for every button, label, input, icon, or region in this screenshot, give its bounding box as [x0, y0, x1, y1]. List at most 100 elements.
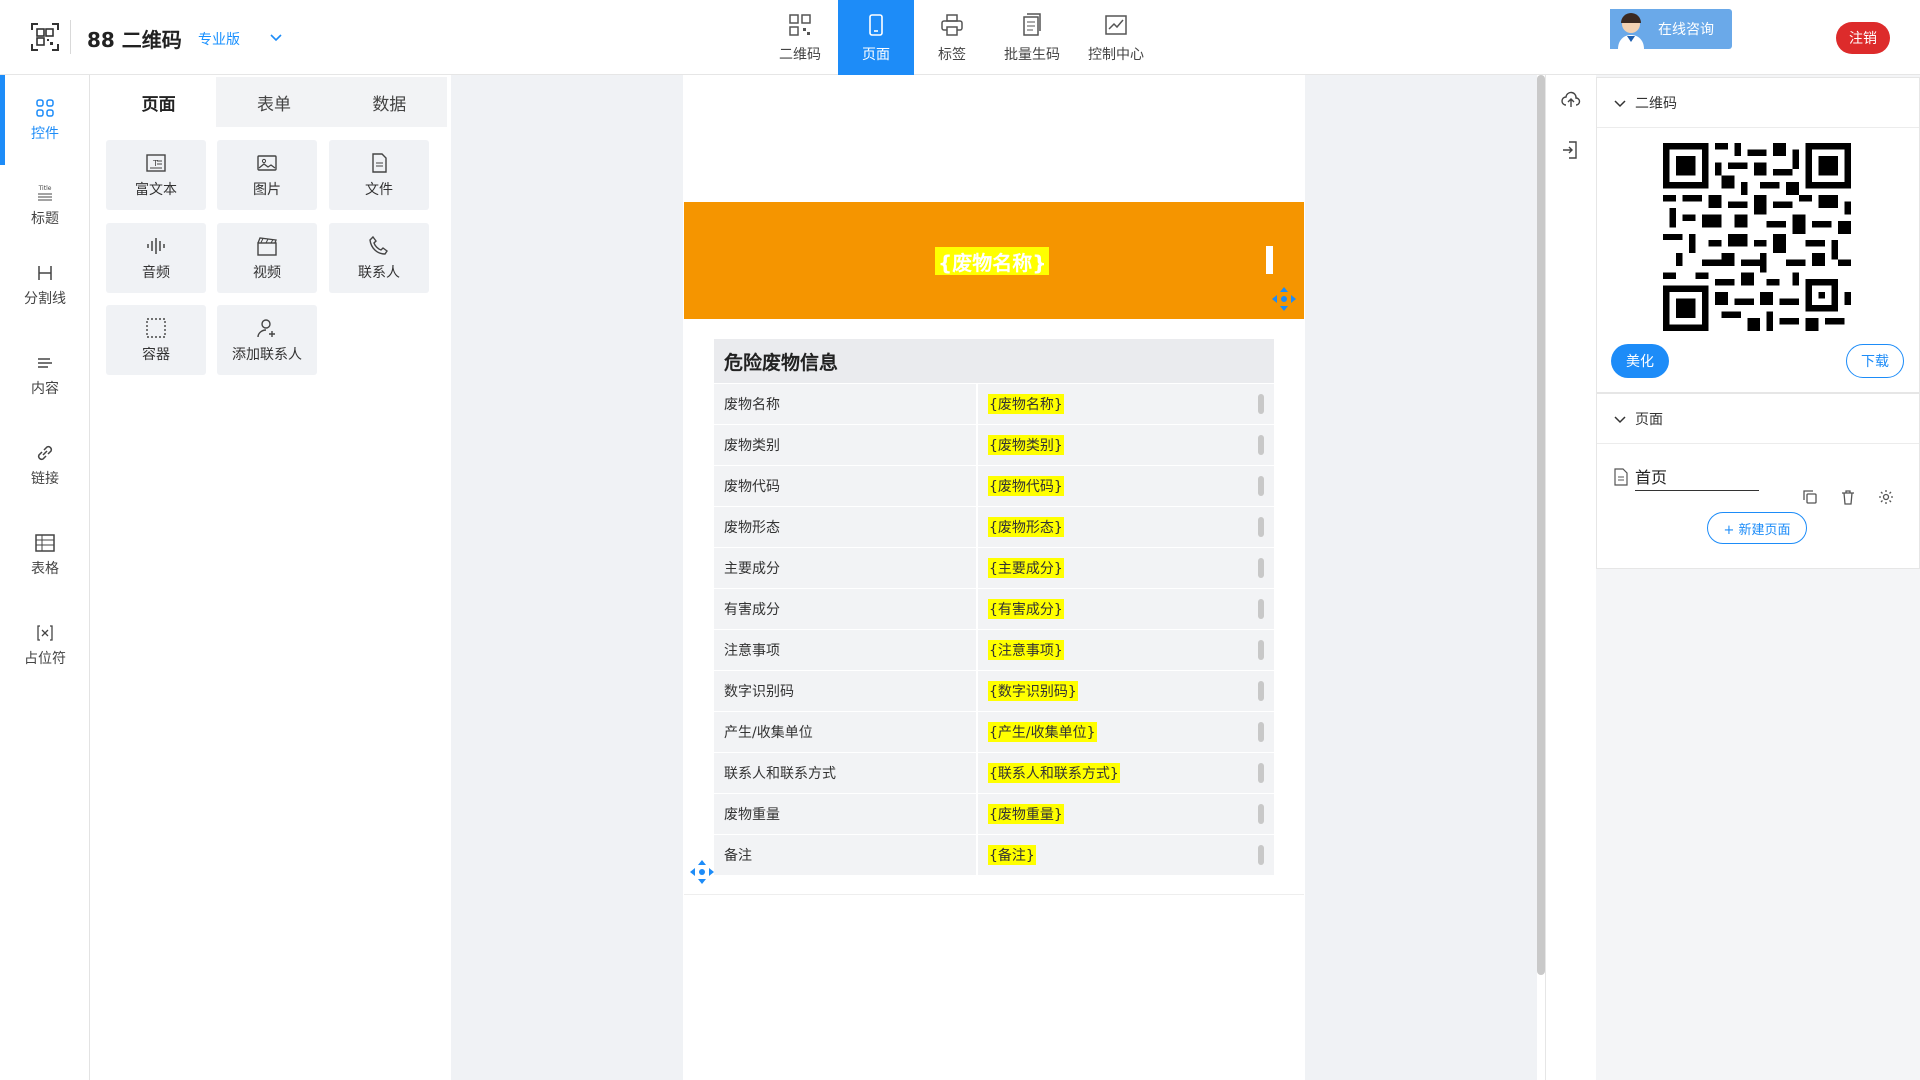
rail-item-link[interactable]: 链接: [0, 425, 90, 505]
nav-page[interactable]: 页面: [838, 0, 914, 75]
rail-label: 表格: [31, 561, 59, 577]
cloud-upload-icon[interactable]: [1560, 89, 1582, 111]
new-page-button[interactable]: + 新建页面: [1707, 512, 1807, 544]
table-row: 主要成分 {主要成分}: [714, 547, 1274, 588]
header-title-placeholder[interactable]: {废物名称}: [935, 247, 1050, 275]
row-handle[interactable]: [1258, 476, 1264, 496]
download-button[interactable]: 下载: [1846, 344, 1904, 378]
customer-service-avatar: [1610, 9, 1652, 49]
widget-label: 富文本: [135, 182, 177, 198]
nav-label: 页面: [862, 46, 890, 63]
rail-item-table[interactable]: 表格: [0, 515, 90, 595]
widget-video[interactable]: 视频: [217, 223, 317, 293]
row-value-cell[interactable]: {注意事项}: [978, 630, 1274, 670]
gear-icon[interactable]: [1877, 488, 1895, 506]
batch-icon: [1023, 12, 1041, 36]
rail-item-divider[interactable]: 分割线: [0, 245, 90, 325]
row-handle[interactable]: [1258, 722, 1264, 742]
row-value: {联系人和联系方式}: [988, 763, 1120, 783]
page-name-input[interactable]: 首页: [1635, 464, 1759, 491]
row-handle[interactable]: [1258, 599, 1264, 619]
row-value: {产生/收集单位}: [988, 722, 1097, 742]
chevron-down-icon[interactable]: [268, 29, 284, 45]
row-value-cell[interactable]: {废物名称}: [978, 384, 1274, 424]
tab-form[interactable]: 表单: [216, 77, 331, 127]
widget-panel: 页面 表单 数据 T 富文本 图片 文件 音频 视频 联系人 容器 添加联系人: [91, 75, 451, 1080]
beautify-button[interactable]: 美化: [1611, 344, 1669, 378]
row-handle[interactable]: [1258, 435, 1264, 455]
online-consult-button[interactable]: 在线咨询: [1610, 9, 1732, 49]
table-row: 数字识别码 {数字识别码}: [714, 670, 1274, 711]
row-value-cell[interactable]: {产生/收集单位}: [978, 712, 1274, 752]
divider-icon: [38, 266, 52, 280]
nav-qrcode[interactable]: 二维码: [762, 0, 838, 75]
widget-contact[interactable]: 联系人: [329, 223, 429, 293]
widget-file[interactable]: 文件: [329, 140, 429, 210]
table-icon: [35, 534, 55, 552]
row-value-cell[interactable]: {废物代码}: [978, 466, 1274, 506]
row-value-cell[interactable]: {联系人和联系方式}: [978, 753, 1274, 793]
rail-item-content[interactable]: 内容: [0, 335, 90, 415]
widget-rich-text[interactable]: T 富文本: [106, 140, 206, 210]
row-handle[interactable]: [1258, 558, 1264, 578]
qrcode-card: 二维码 美化 下载: [1596, 77, 1920, 393]
rail-label: 控件: [31, 126, 59, 142]
nav-batch[interactable]: 批量生码: [990, 0, 1074, 75]
widget-container[interactable]: 容器: [106, 305, 206, 375]
row-value-cell[interactable]: {废物形态}: [978, 507, 1274, 547]
row-handle[interactable]: [1258, 681, 1264, 701]
row-label: 主要成分: [714, 548, 978, 588]
widget-audio[interactable]: 音频: [106, 223, 206, 293]
row-handle[interactable]: [1258, 517, 1264, 537]
widget-add-contact[interactable]: 添加联系人: [217, 305, 317, 375]
tab-data[interactable]: 数据: [332, 77, 447, 127]
rail-item-placeholder[interactable]: 占位符: [0, 605, 90, 685]
move-icon[interactable]: [688, 858, 716, 886]
pages-section-header[interactable]: 页面: [1597, 394, 1919, 444]
row-value-cell[interactable]: {备注}: [978, 835, 1274, 875]
row-handle[interactable]: [1258, 394, 1264, 414]
delete-icon[interactable]: [1839, 488, 1857, 506]
hazardous-waste-info-table[interactable]: 危险废物信息 废物名称 {废物名称} 废物类别 {废物类别} 废物代码 {废物代码} …: [714, 339, 1274, 875]
copy-icon[interactable]: [1801, 488, 1819, 506]
row-value: {废物代码}: [988, 476, 1064, 496]
chevron-down-icon: [1614, 99, 1626, 107]
row-handle[interactable]: [1258, 845, 1264, 865]
row-label: 产生/收集单位: [714, 712, 978, 752]
nav-control-center[interactable]: 控制中心: [1074, 0, 1158, 75]
widget-image[interactable]: 图片: [217, 140, 317, 210]
page-file-icon: [1614, 468, 1628, 486]
tool-column: [1545, 75, 1595, 1080]
property-panel: 二维码 美化 下载 页面 首页 + 新建页面: [1596, 75, 1920, 1080]
table-row: 废物类别 {废物类别}: [714, 424, 1274, 465]
rail-label: 内容: [31, 381, 59, 397]
audio-icon: [147, 238, 165, 254]
qrcode-logo-icon[interactable]: [30, 22, 60, 52]
rail-item-widgets[interactable]: 控件: [0, 75, 90, 165]
add-contact-icon: [257, 319, 275, 338]
row-handle[interactable]: [1258, 763, 1264, 783]
import-icon[interactable]: [1560, 139, 1582, 161]
nav-label-print[interactable]: 标签: [914, 0, 990, 75]
row-label: 废物名称: [714, 384, 978, 424]
row-value-cell[interactable]: {主要成分}: [978, 548, 1274, 588]
tab-page[interactable]: 页面: [101, 77, 217, 127]
logout-button[interactable]: 注销: [1836, 22, 1890, 54]
consult-label: 在线咨询: [1658, 22, 1714, 38]
row-value-cell[interactable]: {废物类别}: [978, 425, 1274, 465]
file-icon: [372, 153, 387, 173]
widget-label: 联系人: [358, 265, 400, 281]
row-handle[interactable]: [1258, 640, 1264, 660]
canvas-scrollbar[interactable]: [1537, 75, 1545, 975]
header-resize-handle[interactable]: [1266, 246, 1273, 274]
rail-item-title[interactable]: Title 标题: [0, 165, 90, 245]
row-value-cell[interactable]: {有害成分}: [978, 589, 1274, 629]
row-value-cell[interactable]: {数字识别码}: [978, 671, 1274, 711]
qrcode-section-header[interactable]: 二维码: [1597, 78, 1919, 128]
row-value-cell[interactable]: {废物重量}: [978, 794, 1274, 834]
row-label: 废物重量: [714, 794, 978, 834]
page-list-item[interactable]: 首页: [1613, 462, 1913, 492]
edition-label[interactable]: 专业版: [198, 29, 240, 49]
row-handle[interactable]: [1258, 804, 1264, 824]
move-icon[interactable]: [1270, 285, 1298, 313]
